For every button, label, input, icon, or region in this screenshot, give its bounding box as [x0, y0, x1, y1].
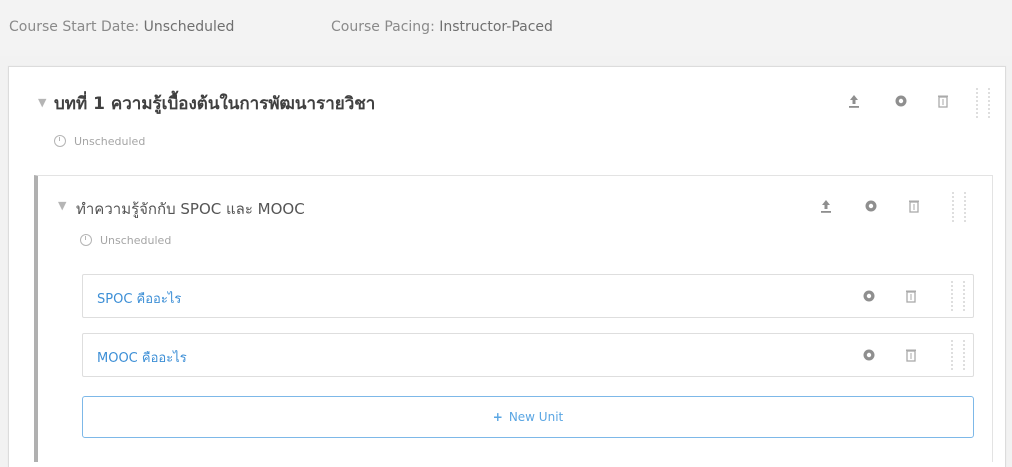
subsection-drag-handle[interactable] [952, 192, 966, 222]
course-start-date: Course Start Date: Unscheduled [9, 19, 234, 35]
gear-icon[interactable] [861, 347, 877, 363]
subsection-status: Unscheduled [80, 234, 171, 247]
course-pacing-label: Course Pacing: [331, 19, 435, 35]
delete-icon[interactable] [903, 288, 919, 304]
delete-icon[interactable] [903, 347, 919, 363]
publish-icon[interactable] [846, 93, 862, 109]
unit-link[interactable]: SPOC คืออะไร [97, 288, 181, 309]
section-status-text: Unscheduled [74, 135, 146, 148]
unit-drag-handle[interactable] [951, 281, 965, 311]
unit-row: MOOC คืออะไร [82, 333, 974, 377]
gear-icon[interactable] [861, 288, 877, 304]
clock-icon [54, 135, 66, 147]
subsection-status-text: Unscheduled [100, 234, 172, 247]
section-drag-handle[interactable] [976, 88, 990, 118]
course-start-value: Unscheduled [143, 19, 235, 35]
section-collapse-chevron-icon[interactable]: ▼ [38, 96, 46, 109]
unit-link[interactable]: MOOC คืออะไร [97, 347, 187, 368]
publish-icon[interactable] [818, 198, 834, 214]
gear-icon[interactable] [863, 198, 879, 214]
gear-icon[interactable] [893, 93, 909, 109]
section-status: Unscheduled [54, 135, 145, 148]
clock-icon [80, 234, 92, 246]
plus-icon: + [492, 410, 503, 424]
course-start-label: Course Start Date: [9, 19, 140, 35]
unit-drag-handle[interactable] [951, 340, 965, 370]
subsection-collapse-chevron-icon[interactable]: ▼ [58, 199, 66, 212]
course-pacing-value: Instructor-Paced [439, 19, 553, 35]
unit-row: SPOC คืออะไร [82, 274, 974, 318]
course-pacing: Course Pacing: Instructor-Paced [331, 19, 553, 35]
new-unit-label: New Unit [508, 410, 564, 424]
subsection-title[interactable]: ทำความรู้จักกับ SPOC และ MOOC [76, 197, 305, 221]
course-meta-bar: Course Start Date: Unscheduled Course Pa… [0, 0, 1012, 56]
delete-icon[interactable] [935, 93, 951, 109]
delete-icon[interactable] [906, 198, 922, 214]
new-unit-button[interactable]: + New Unit [82, 396, 974, 438]
section-title[interactable]: บทที่ 1 ความรู้เบื้องต้นในการพัฒนารายวิช… [54, 90, 375, 117]
